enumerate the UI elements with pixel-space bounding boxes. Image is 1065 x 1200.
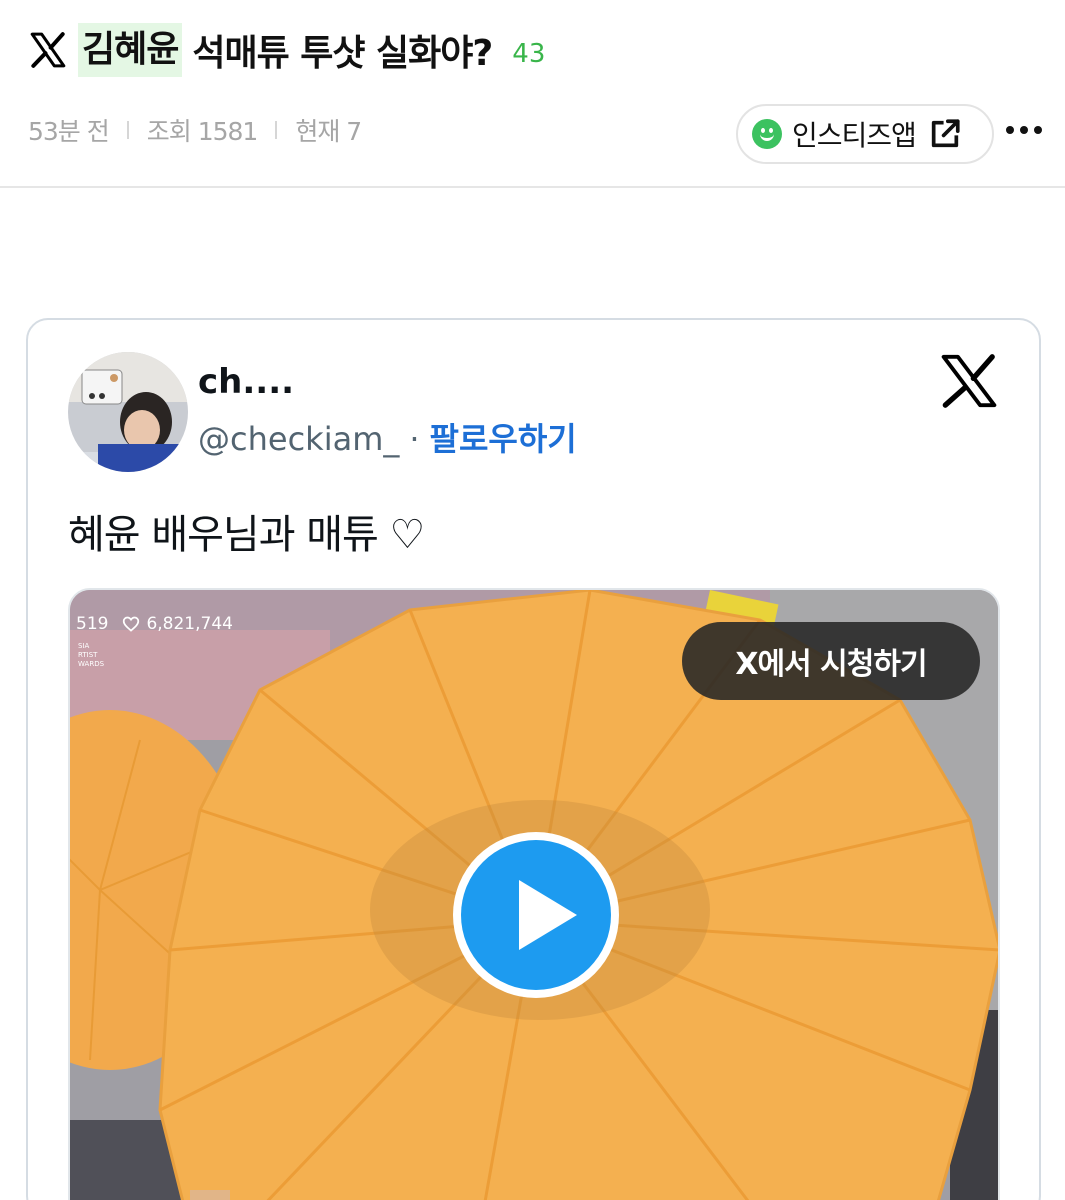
tweet-user-handle-row: @checkiam_ · 팔로우하기 [198,414,577,460]
follow-button[interactable]: 팔로우하기 [430,420,577,458]
open-app-button[interactable]: 인스티즈앱 [736,104,994,164]
tweet-user-name[interactable]: ch.... [198,362,294,402]
play-button[interactable] [453,832,619,998]
tweet-text: 혜윤 배우님과 매튜 ♡ [68,512,425,558]
smile-icon [752,119,782,149]
avatar[interactable] [68,352,188,472]
video-overlay-stats: 519 6,821,744 [76,614,233,634]
overlay-watermark: SIA RTIST WARDS [78,642,105,668]
open-app-label: 인스티즈앱 [792,119,917,152]
comment-count[interactable]: 43 [512,39,545,69]
meta-divider [275,121,278,139]
overlay-likes: 6,821,744 [146,614,233,634]
meta-divider [126,121,129,139]
view-count: 조회 1581 [146,117,259,146]
post-header: 김혜윤 석매튜 투샷 실화야? 43 53분 전 조회 1581 현재 7 인스… [0,0,1065,188]
more-icon[interactable] [1004,120,1044,140]
x-logo-icon[interactable] [940,354,998,408]
embedded-tweet[interactable]: ch.... @checkiam_ · 팔로우하기 혜윤 배우님과 매튜 ♡ 5… [26,318,1041,1200]
current-viewers: 현재 7 [295,117,362,146]
tweet-video[interactable]: 519 6,821,744 SIA RTIST WARDS X에서 시청하기 [68,588,1000,1200]
watch-on-x-button[interactable]: X에서 시청하기 [682,622,980,700]
external-link-icon [931,119,960,148]
post-meta: 53분 전 조회 1581 현재 7 [28,112,362,148]
post-title-highlight: 김혜윤 [78,23,183,77]
tweet-handle[interactable]: @checkiam_ [198,420,399,458]
heart-icon [123,616,140,632]
handle-separator: · [409,420,420,458]
play-icon [519,880,577,950]
post-time: 53분 전 [28,117,110,146]
x-logo-icon [30,32,66,68]
post-title: 석매튜 투샷 실화야? [192,33,493,74]
overlay-count: 519 [76,614,109,634]
post-title-row: 김혜윤 석매튜 투샷 실화야? 43 [28,22,545,78]
